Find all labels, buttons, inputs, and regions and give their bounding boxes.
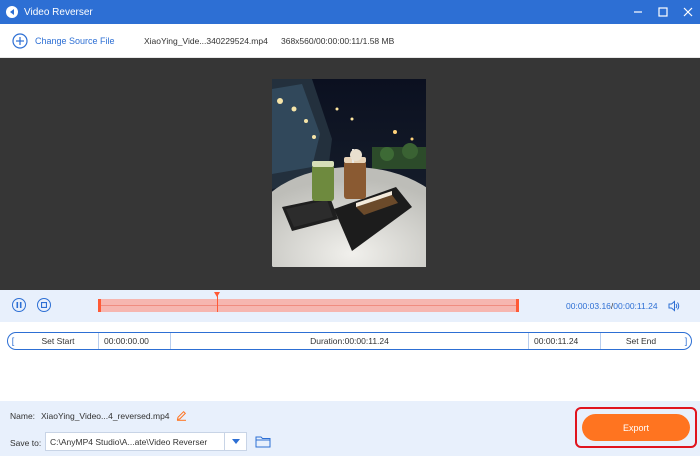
save-to-label: Save to: bbox=[10, 438, 42, 448]
time-readout: 00:00:03.16/00:00:11.24 bbox=[566, 301, 658, 311]
set-end-button[interactable]: Set End bbox=[601, 333, 681, 349]
output-panel: Name: XiaoYing_Video...4_reversed.mp4 Sa… bbox=[0, 401, 700, 456]
stop-button[interactable] bbox=[37, 298, 51, 312]
video-preview-area bbox=[0, 58, 700, 290]
trim-row: [ Set Start 00:00:00.00 Duration:00:00:1… bbox=[7, 332, 692, 350]
start-bracket-icon: [ bbox=[11, 336, 15, 346]
top-toolbar: Change Source File XiaoYing_Vide...34022… bbox=[0, 24, 700, 58]
export-button[interactable]: Export bbox=[582, 414, 690, 441]
end-bracket-icon: ] bbox=[684, 336, 688, 346]
source-file-info: 368x560/00:00:00:11/1.58 MB bbox=[281, 36, 395, 46]
maximize-icon[interactable] bbox=[650, 0, 675, 24]
title-bar: Video Reverser bbox=[0, 0, 700, 24]
trim-settings: [ Set Start 00:00:00.00 Duration:00:00:1… bbox=[0, 322, 700, 401]
output-file-name: XiaoYing_Video...4_reversed.mp4 bbox=[41, 411, 170, 421]
start-time-input[interactable]: 00:00:00.00 bbox=[98, 333, 171, 349]
window-title: Video Reverser bbox=[24, 6, 93, 18]
minimize-icon[interactable] bbox=[625, 0, 650, 24]
duration-readout: Duration:00:00:11.24 bbox=[310, 336, 389, 346]
app-logo-icon bbox=[6, 6, 18, 18]
close-icon[interactable] bbox=[675, 0, 700, 24]
set-start-button[interactable]: Set Start bbox=[18, 333, 98, 349]
change-source-file-button[interactable]: Change Source File bbox=[35, 36, 115, 46]
export-highlight: Export bbox=[575, 407, 697, 448]
stop-icon bbox=[41, 302, 47, 308]
pause-button[interactable] bbox=[12, 298, 26, 312]
pause-icon bbox=[16, 302, 22, 308]
playhead[interactable] bbox=[214, 292, 220, 312]
source-file-name: XiaoYing_Vide...340229524.mp4 bbox=[144, 36, 268, 46]
playback-bar: 00:00:03.16/00:00:11.24 bbox=[0, 290, 700, 322]
folder-icon[interactable] bbox=[255, 435, 271, 448]
volume-icon[interactable] bbox=[667, 299, 681, 313]
save-path-select[interactable]: C:\AnyMP4 Studio\A...ate\Video Reverser bbox=[45, 432, 247, 451]
timeline-track[interactable] bbox=[98, 292, 519, 312]
total-time: 00:00:11.24 bbox=[613, 301, 658, 311]
window-controls bbox=[625, 0, 700, 24]
chevron-down-icon[interactable] bbox=[224, 433, 246, 450]
end-time-input[interactable]: 00:00:11.24 bbox=[528, 333, 601, 349]
current-time: 00:00:03.16 bbox=[566, 301, 611, 311]
pencil-icon[interactable] bbox=[176, 410, 187, 421]
add-circle-icon[interactable] bbox=[12, 32, 28, 49]
video-thumbnail bbox=[272, 79, 426, 267]
name-label: Name: bbox=[10, 411, 36, 421]
save-path-value: C:\AnyMP4 Studio\A...ate\Video Reverser bbox=[50, 436, 208, 447]
